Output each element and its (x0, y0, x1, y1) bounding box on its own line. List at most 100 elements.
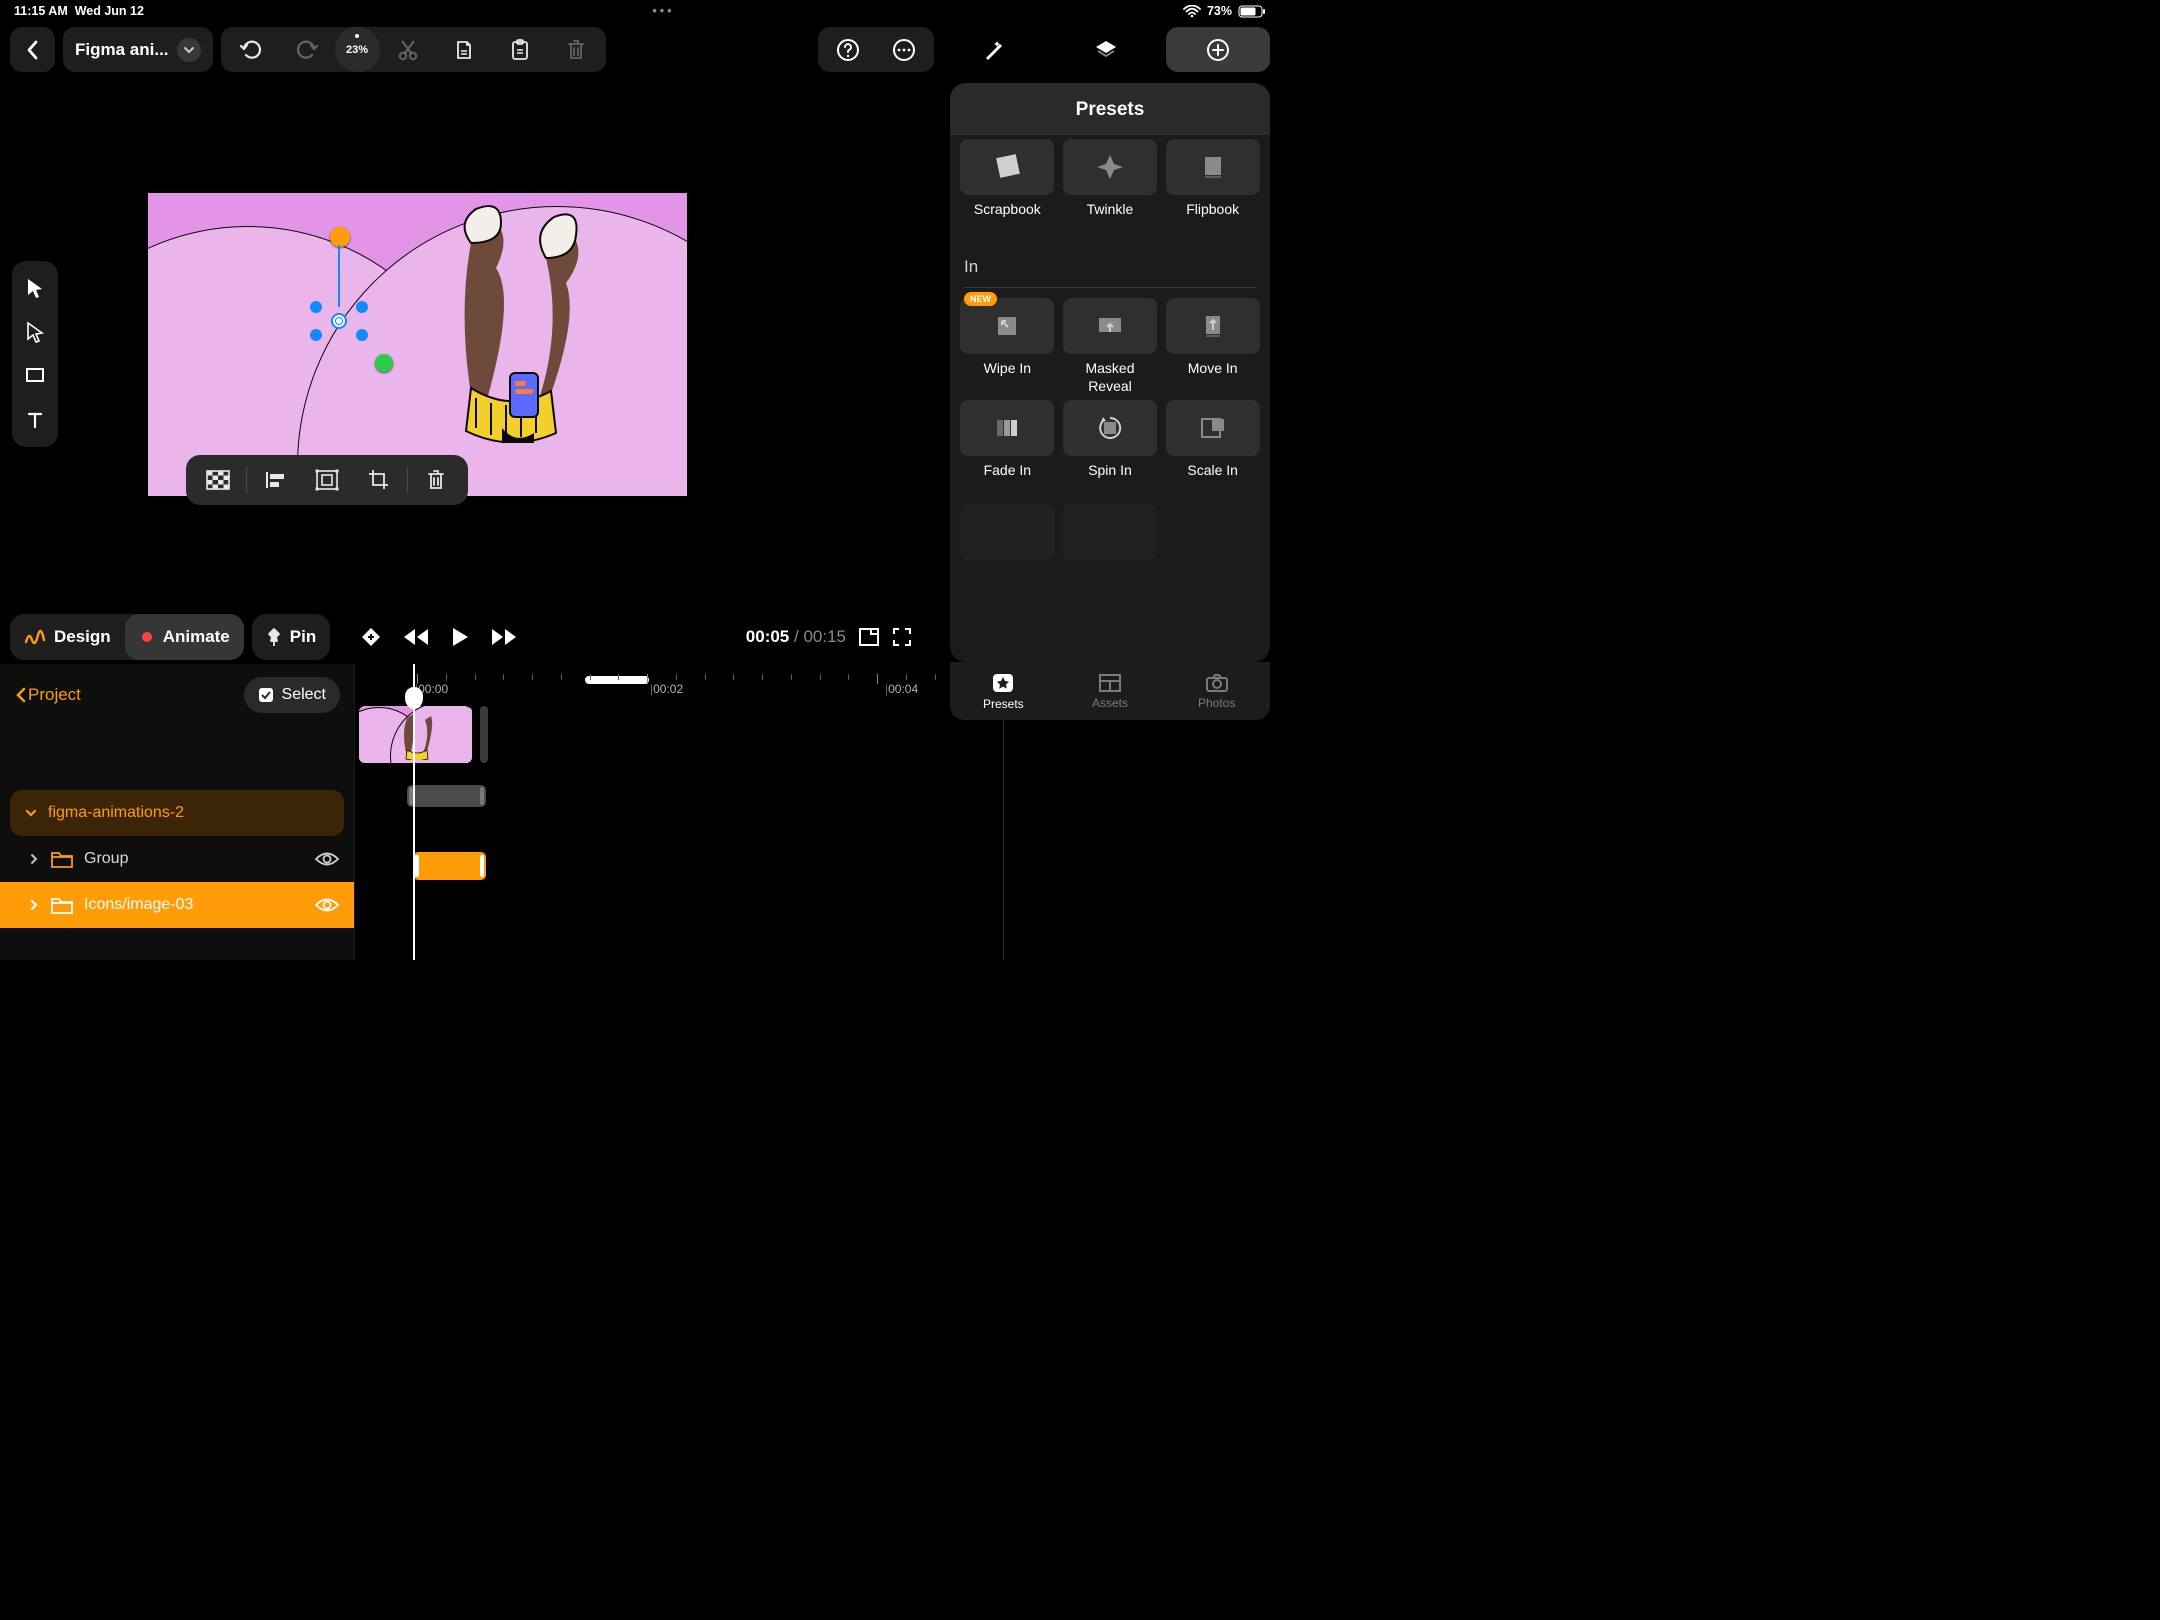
add-panel-button[interactable] (1166, 27, 1270, 72)
checkbox-icon (258, 687, 274, 703)
time-total: 00:15 (803, 627, 846, 646)
pin-label: Pin (290, 627, 316, 647)
panel-bottom-tabs: Presets Assets Photos (950, 662, 1270, 720)
visibility-toggle[interactable] (314, 850, 340, 868)
assets-icon (1098, 673, 1122, 693)
animate-label: Animate (163, 627, 230, 647)
preset-item[interactable]: Spin In (1063, 400, 1158, 496)
layer-row[interactable]: Group (0, 836, 354, 882)
select-label: Select (282, 686, 326, 704)
opacity-button[interactable] (192, 455, 244, 505)
keyframe-button[interactable] (360, 626, 382, 648)
chevron-right-icon (28, 852, 40, 866)
wifi-icon (1183, 5, 1201, 18)
presets-panel: Presets Scrapbook Twinkle Flipbook In NE… (950, 83, 1270, 662)
more-button[interactable] (876, 27, 932, 72)
transport-controls (360, 626, 518, 648)
folder-icon (50, 895, 74, 915)
canvas-artboard[interactable] (148, 193, 687, 496)
camera-icon (1205, 673, 1229, 693)
back-button[interactable] (10, 27, 55, 72)
status-bar: 11:15 AM Wed Jun 12 ••• 73% (0, 0, 1280, 22)
chevron-left-icon (14, 686, 28, 704)
crop-button[interactable] (353, 455, 405, 505)
preset-item[interactable]: Scale In (1165, 400, 1260, 496)
tab-assets[interactable]: Assets (1057, 662, 1164, 720)
layer-row-selected[interactable]: Icons/image-03 (0, 882, 354, 928)
selection-box[interactable] (312, 303, 366, 339)
copy-button[interactable] (436, 27, 492, 72)
preset-item[interactable]: Flipbook (1165, 139, 1260, 235)
history-group: 23% (221, 27, 606, 72)
layer-label: Group (84, 850, 128, 868)
layers-panel-button[interactable] (1054, 27, 1158, 72)
scribble-icon (24, 628, 46, 646)
preset-item[interactable]: Move In (1165, 298, 1260, 394)
ruler-t1: 00:02 (653, 682, 683, 696)
project-back-label: Project (28, 685, 81, 705)
tab-photos[interactable]: Photos (1163, 662, 1270, 720)
group-button[interactable] (301, 455, 353, 505)
design-mode-button[interactable]: Design (10, 614, 125, 660)
undo-button[interactable] (223, 27, 279, 72)
preset-item[interactable]: Fade In (960, 400, 1055, 496)
select-mode-button[interactable]: Select (244, 677, 340, 713)
panel-toggle-group (942, 27, 1270, 72)
pin-icon (266, 628, 282, 646)
new-badge: NEW (964, 292, 997, 306)
anchor-handle[interactable] (330, 227, 350, 247)
trash-button[interactable] (410, 455, 462, 505)
folder-icon (50, 849, 74, 869)
tab-presets[interactable]: Presets (950, 662, 1057, 720)
pin-button[interactable]: Pin (252, 614, 330, 660)
rewind-button[interactable] (402, 627, 430, 647)
preset-item[interactable]: Scrapbook (960, 139, 1055, 235)
fullscreen-button[interactable] (892, 627, 912, 647)
illustration-figure (416, 203, 606, 443)
visibility-toggle[interactable] (314, 896, 340, 914)
anchor-link (338, 245, 340, 307)
aspect-button[interactable] (858, 627, 880, 647)
cut-button[interactable] (380, 27, 436, 72)
chevron-down-icon (24, 806, 38, 820)
project-dropdown[interactable]: Figma ani... (63, 27, 213, 72)
align-button[interactable] (249, 455, 301, 505)
layer-root-label: figma-animations-2 (48, 804, 184, 822)
magic-panel-button[interactable] (942, 27, 1046, 72)
top-toolbar: Figma ani... 23% (0, 22, 1280, 77)
multitask-dots[interactable]: ••• (144, 4, 1183, 18)
help-more-group (818, 27, 934, 72)
audio-clip[interactable] (407, 785, 486, 807)
playhead[interactable] (413, 664, 415, 960)
clip-scrollbar[interactable] (480, 706, 488, 763)
project-name: Figma ani... (75, 40, 169, 60)
paste-button[interactable] (492, 27, 548, 72)
back-to-project-button[interactable]: Project (14, 685, 81, 705)
pivot-handle[interactable] (375, 354, 393, 372)
selected-clip[interactable] (413, 852, 486, 880)
layer-label: Icons/image-03 (84, 896, 193, 914)
status-date: Wed Jun 12 (75, 4, 144, 18)
redo-button[interactable] (279, 27, 335, 72)
preset-item[interactable]: Wipe In (960, 298, 1055, 394)
chevron-right-icon (28, 898, 40, 912)
battery-pct: 73% (1207, 4, 1232, 18)
animate-mode-button[interactable]: Animate (125, 614, 244, 660)
context-toolbar (186, 455, 468, 505)
layer-row-root[interactable]: figma-animations-2 (10, 790, 344, 836)
layer-panel: Project Select figma-animations-2 Group … (0, 664, 354, 960)
delete-button[interactable] (548, 27, 604, 72)
section-in-label: In (964, 257, 1256, 288)
record-icon (139, 629, 155, 645)
design-label: Design (54, 627, 111, 647)
zoom-indicator[interactable]: 23% (335, 27, 380, 72)
zoom-value: 23% (346, 44, 368, 56)
help-button[interactable] (820, 27, 876, 72)
time-display: 00:05 / 00:15 (746, 614, 912, 660)
preset-item[interactable]: Twinkle (1063, 139, 1158, 235)
chevron-down-icon (177, 38, 201, 62)
video-clip[interactable] (359, 706, 472, 763)
forward-button[interactable] (490, 627, 518, 647)
play-button[interactable] (450, 626, 470, 648)
preset-item[interactable]: Masked Reveal (1063, 298, 1158, 394)
